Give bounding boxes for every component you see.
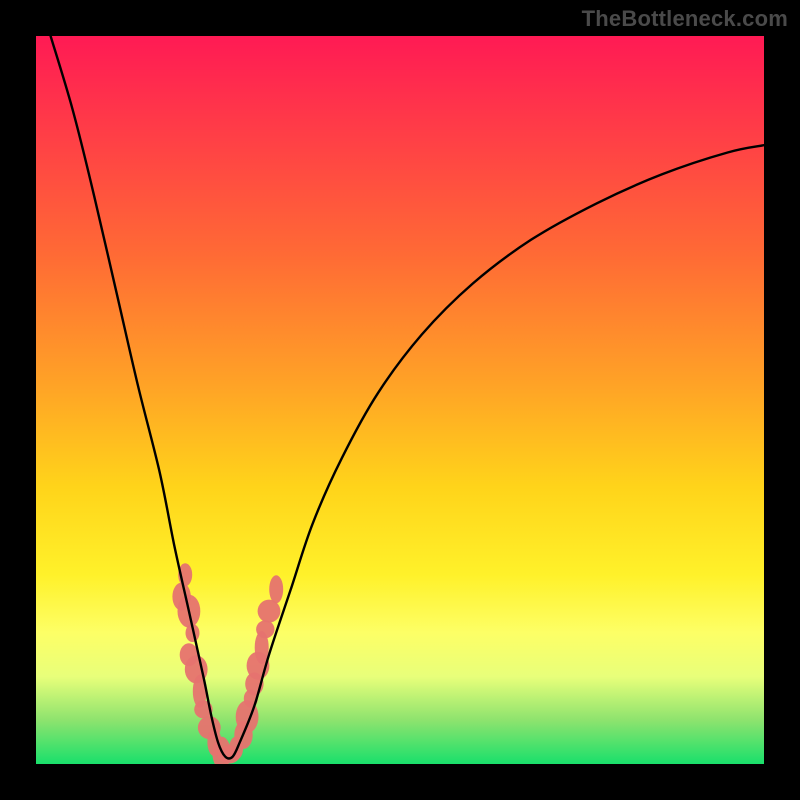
curve-layer <box>36 36 764 764</box>
chart-frame: TheBottleneck.com <box>0 0 800 800</box>
sample-point <box>269 575 283 603</box>
plot-area <box>36 36 764 764</box>
sample-point <box>256 620 274 638</box>
watermark-text: TheBottleneck.com <box>582 6 788 32</box>
bottleneck-curve <box>51 36 764 759</box>
